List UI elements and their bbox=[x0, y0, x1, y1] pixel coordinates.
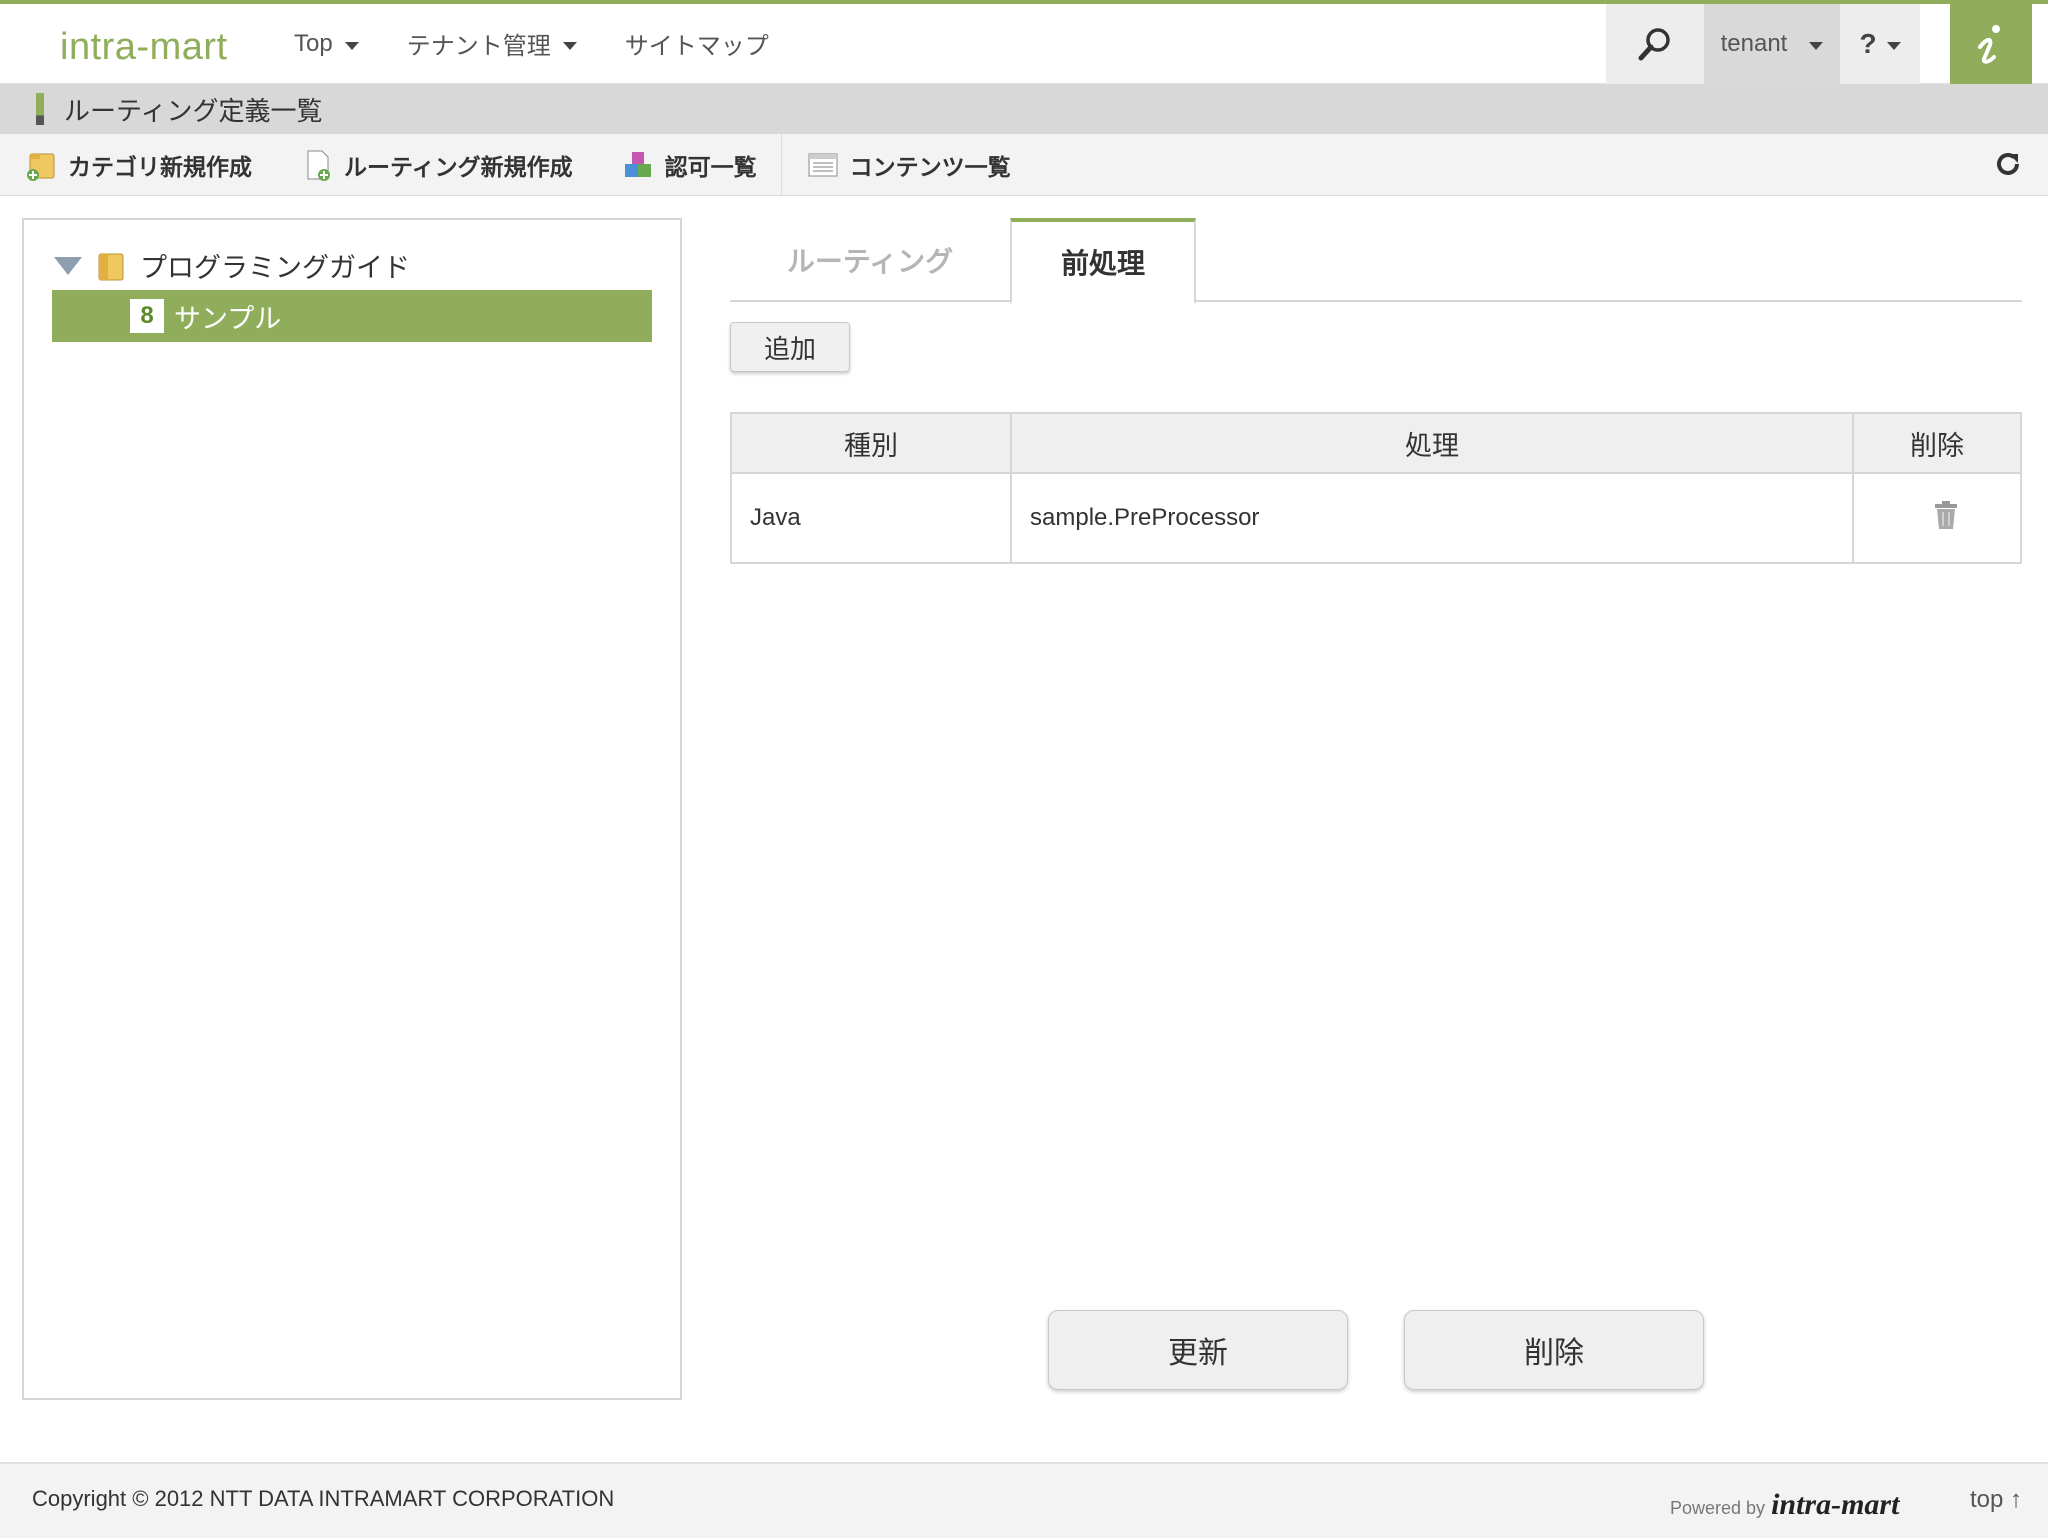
tree-child-label: サンプル bbox=[174, 303, 282, 334]
refresh-icon bbox=[1997, 153, 2019, 175]
header-process: 処理 bbox=[1010, 412, 1854, 474]
chevron-down-icon bbox=[1809, 42, 1824, 50]
help-menu[interactable]: ? bbox=[1840, 4, 1920, 84]
tree-node-root[interactable]: プログラミングガイド bbox=[54, 246, 410, 285]
page-title: ルーティング定義一覧 bbox=[64, 95, 323, 126]
detail-tabs: ルーティング 前処理 bbox=[730, 218, 2022, 304]
chevron-down-icon bbox=[562, 41, 577, 50]
back-to-top-link[interactable]: top ↑ bbox=[1970, 1486, 2022, 1514]
cell-process: sample.PreProcessor bbox=[1010, 472, 1854, 564]
auth-list-label: 認可一覧 bbox=[664, 153, 757, 180]
page-title-bar: ルーティング定義一覧 bbox=[0, 84, 2048, 134]
tab-preprocess[interactable]: 前処理 bbox=[1010, 218, 1196, 304]
main-nav: Top テナント管理 サイトマップ bbox=[294, 26, 769, 61]
new-routing-label: ルーティング新規作成 bbox=[344, 153, 573, 180]
chevron-down-icon bbox=[344, 41, 359, 50]
nav-tenant-admin-label: テナント管理 bbox=[406, 33, 551, 60]
table-row: Java sample.PreProcessor bbox=[730, 472, 2022, 564]
help-icon: ? bbox=[1859, 28, 1877, 59]
app-footer: Copyright © 2012 NTT DATA INTRAMART CORP… bbox=[0, 1462, 2048, 1538]
nav-top[interactable]: Top bbox=[294, 26, 359, 61]
cell-delete bbox=[1852, 472, 2022, 564]
tree-node-sample[interactable]: 8 サンプル bbox=[52, 290, 652, 342]
new-category-label: カテゴリ新規作成 bbox=[68, 153, 252, 180]
powered-by-label: Powered by bbox=[1670, 1498, 1766, 1518]
app-header: intra-mart Top テナント管理 サイトマップ tenant ? bbox=[0, 0, 2048, 84]
toolbar: カテゴリ新規作成 ルーティング新規作成 認可一覧 コンテンツ一覧 bbox=[0, 133, 2048, 196]
nav-top-label: Top bbox=[294, 29, 333, 57]
user-menu[interactable]: tenant bbox=[1704, 4, 1840, 84]
delete-button[interactable]: 削除 bbox=[1404, 1310, 1704, 1390]
tree-root-label: プログラミングガイド bbox=[140, 253, 410, 283]
preprocess-table: 種別 処理 削除 Java sample.PreProcessor bbox=[730, 412, 2022, 564]
content-list-button[interactable]: コンテンツ一覧 bbox=[782, 134, 1035, 196]
chevron-down-icon bbox=[1886, 42, 1901, 50]
list-window-icon bbox=[808, 153, 838, 176]
table-header-row: 種別 処理 削除 bbox=[730, 412, 2022, 474]
cell-type: Java bbox=[730, 472, 1012, 564]
auth-list-button[interactable]: 認可一覧 bbox=[597, 134, 781, 196]
footer-logo: intra-mart bbox=[1771, 1488, 1900, 1521]
nav-sitemap[interactable]: サイトマップ bbox=[625, 26, 769, 61]
intramart-i-logo[interactable] bbox=[1950, 4, 2032, 84]
new-routing-button[interactable]: ルーティング新規作成 bbox=[276, 134, 597, 196]
powered-by: Powered by intra-mart bbox=[1670, 1488, 1899, 1522]
user-name: tenant bbox=[1720, 30, 1788, 57]
add-button[interactable]: 追加 bbox=[730, 322, 850, 372]
header-type: 種別 bbox=[730, 412, 1012, 474]
trash-icon[interactable] bbox=[1933, 500, 1959, 530]
i-logo-icon bbox=[1978, 25, 2000, 64]
refresh-button[interactable] bbox=[1992, 148, 2024, 185]
folder-add-icon bbox=[27, 153, 55, 181]
search-button[interactable] bbox=[1606, 4, 1704, 84]
header-delete: 削除 bbox=[1852, 412, 2022, 474]
new-category-button[interactable]: カテゴリ新規作成 bbox=[0, 134, 276, 196]
content-list-label: コンテンツ一覧 bbox=[849, 153, 1011, 180]
document-add-icon bbox=[307, 150, 330, 181]
app-logo[interactable]: intra-mart bbox=[60, 26, 228, 69]
routing-badge-icon: 8 bbox=[130, 299, 164, 333]
folder-icon bbox=[98, 253, 124, 280]
category-tree: プログラミングガイド 8 サンプル bbox=[22, 218, 682, 1400]
nav-sitemap-label: サイトマップ bbox=[624, 33, 769, 60]
tab-routing[interactable]: ルーティング bbox=[730, 218, 1010, 302]
copyright-text: Copyright © 2012 NTT DATA INTRAMART CORP… bbox=[32, 1486, 615, 1511]
nav-tenant-admin[interactable]: テナント管理 bbox=[407, 26, 577, 61]
title-marker bbox=[36, 93, 44, 125]
update-button[interactable]: 更新 bbox=[1048, 1310, 1348, 1390]
expand-triangle-icon[interactable] bbox=[54, 256, 82, 275]
search-icon bbox=[1638, 28, 1670, 61]
blocks-icon bbox=[624, 151, 651, 177]
